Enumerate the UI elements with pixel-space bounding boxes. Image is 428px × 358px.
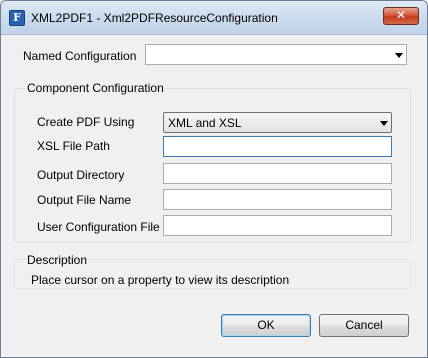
app-icon: F — [9, 10, 25, 26]
user-configuration-file-input[interactable] — [163, 215, 392, 236]
output-directory-label: Output Directory — [37, 168, 125, 182]
output-file-name-input[interactable] — [163, 189, 392, 210]
named-configuration-label: Named Configuration — [23, 49, 137, 63]
named-configuration-dropdown[interactable] — [145, 44, 407, 65]
close-icon: ✕ — [395, 8, 407, 22]
cancel-button[interactable]: Cancel — [319, 314, 409, 337]
dialog-body: Named Configuration Component Configurat… — [7, 36, 421, 352]
output-file-name-label: Output File Name — [37, 193, 132, 207]
ok-button[interactable]: OK — [221, 314, 311, 337]
close-button[interactable]: ✕ — [383, 7, 419, 25]
create-pdf-using-label: Create PDF Using — [37, 115, 135, 129]
xsl-file-path-label: XSL File Path — [37, 139, 110, 153]
xsl-file-path-input[interactable] — [163, 136, 392, 157]
title-bar[interactable]: F XML2PDF1 - Xml2PDFResourceConfiguratio… — [1, 1, 427, 35]
create-pdf-using-dropdown[interactable]: XML and XSL — [163, 112, 392, 133]
description-text: Place cursor on a property to view its d… — [31, 273, 290, 287]
chevron-down-icon — [395, 53, 403, 58]
create-pdf-using-value: XML and XSL — [168, 116, 242, 130]
chevron-down-icon — [380, 121, 388, 126]
component-configuration-title: Component Configuration — [25, 81, 166, 95]
output-directory-input[interactable] — [163, 163, 392, 184]
window-title: XML2PDF1 - Xml2PDFResourceConfiguration — [31, 11, 278, 25]
dialog-window: F XML2PDF1 - Xml2PDFResourceConfiguratio… — [0, 0, 428, 358]
user-configuration-file-label: User Configuration File — [37, 220, 160, 234]
description-title: Description — [27, 253, 88, 267]
